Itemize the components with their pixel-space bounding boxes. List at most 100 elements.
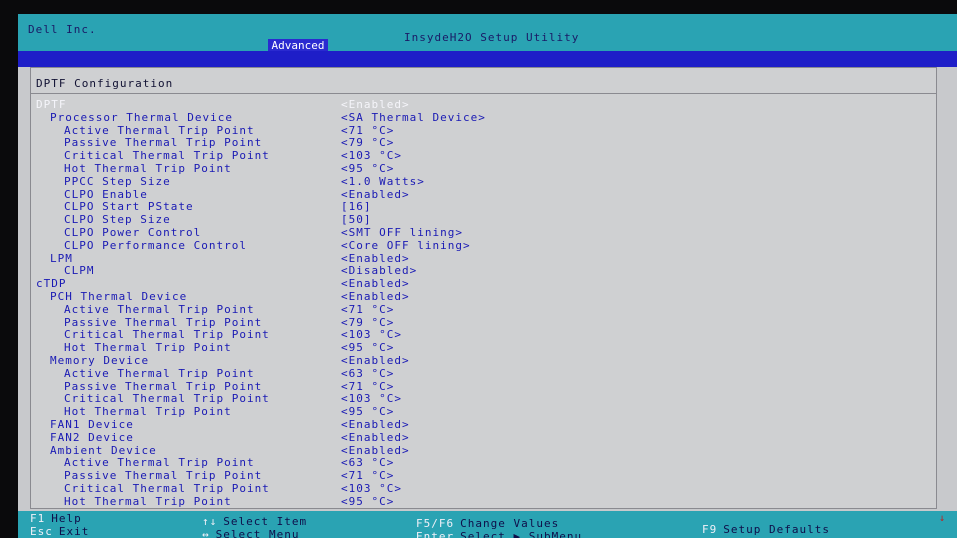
setting-row[interactable]: Hot Thermal Trip Point <95 °C>: [31, 495, 936, 508]
setting-row[interactable]: Critical Thermal Trip Point <103 °C>: [31, 328, 936, 341]
setting-value[interactable]: <103 °C>: [341, 149, 402, 162]
page-title: DPTF Configuration: [36, 77, 174, 90]
setting-row[interactable]: PCH Thermal Device <Enabled>: [31, 290, 936, 303]
scroll-down-icon[interactable]: ↓: [939, 513, 945, 524]
setting-value[interactable]: <71 °C>: [341, 303, 394, 316]
setting-value[interactable]: <103 °C>: [341, 392, 402, 405]
select-menu-label: Select Menu: [215, 528, 300, 538]
divider: [31, 93, 936, 94]
setting-value[interactable]: <95 °C>: [341, 405, 394, 418]
setting-label: CLPO Enable: [64, 187, 148, 201]
setting-row[interactable]: PPCC Step Size <1.0 Watts>: [31, 175, 936, 188]
setting-row[interactable]: FAN1 Device <Enabled>: [31, 418, 936, 431]
select-menu-hint: ↔ Select Menu: [202, 528, 299, 538]
vendor-name: Dell Inc.: [28, 23, 97, 36]
setting-value[interactable]: <Enabled>: [341, 188, 410, 201]
setting-value[interactable]: <SA Thermal Device>: [341, 111, 486, 124]
tab-bar: [18, 51, 957, 67]
setting-value[interactable]: <79 °C>: [341, 136, 394, 149]
setting-label: Hot Thermal Trip Point: [64, 494, 232, 508]
setting-label: LPM: [50, 251, 73, 265]
setup-defaults-hint: F9 Setup Defaults: [702, 523, 830, 536]
setting-row[interactable]: Active Thermal Trip Point <63 °C>: [31, 456, 936, 469]
setting-row[interactable]: CLPO Enable <Enabled>: [31, 188, 936, 201]
setting-row[interactable]: FAN2 Device <Enabled>: [31, 431, 936, 444]
setting-label: FAN2 Device: [50, 430, 134, 444]
setting-row[interactable]: Processor Thermal Device <SA Thermal Devi…: [31, 111, 936, 124]
help-hint: F1 Help: [30, 512, 82, 525]
setting-value[interactable]: [50]: [341, 213, 372, 226]
setting-value[interactable]: <1.0 Watts>: [341, 175, 425, 188]
setup-defaults-label: Setup Defaults: [723, 523, 830, 536]
setting-label: Active Thermal Trip Point: [64, 456, 255, 470]
setting-row[interactable]: cTDP <Enabled>: [31, 277, 936, 290]
setting-row[interactable]: Memory Device <Enabled>: [31, 354, 936, 367]
setting-row[interactable]: Passive Thermal Trip Point <79 °C>: [31, 316, 936, 329]
exit-label: Exit: [58, 525, 90, 538]
defaults-key: F9: [702, 523, 718, 536]
setting-value[interactable]: <Enabled>: [341, 431, 410, 444]
setting-label: Active Thermal Trip Point: [64, 302, 255, 316]
setting-row[interactable]: CLPM <Disabled>: [31, 264, 936, 277]
setting-label: CLPO Step Size: [64, 213, 171, 227]
setting-value[interactable]: <Core OFF lining>: [341, 239, 471, 252]
setting-label: CLPO Start PState: [64, 200, 194, 214]
setting-row[interactable]: CLPO Start PState [16]: [31, 200, 936, 213]
left-right-arrow-icon: ↔: [202, 528, 210, 538]
setting-row[interactable]: CLPO Step Size [50]: [31, 213, 936, 226]
setting-row[interactable]: LPM <Enabled>: [31, 252, 936, 265]
footer-help-bar: F1 Help Esc Exit ↑↓ Select Item ↔ Select Men…: [18, 511, 957, 538]
setting-value[interactable]: <95 °C>: [341, 162, 394, 175]
setting-label: FAN1 Device: [50, 418, 134, 431]
setting-value[interactable]: <Enabled>: [341, 277, 410, 290]
setting-value[interactable]: <Disabled>: [341, 264, 417, 277]
setting-row[interactable]: Active Thermal Trip Point <71 °C>: [31, 303, 936, 316]
setting-row[interactable]: Passive Thermal Trip Point <79 °C>: [31, 136, 936, 149]
setting-label: Passive Thermal Trip Point: [64, 379, 263, 393]
setting-label: CLPO Performance Control: [64, 238, 247, 252]
setting-value[interactable]: <Enabled>: [341, 252, 410, 265]
setting-row[interactable]: Hot Thermal Trip Point <95 °C>: [31, 341, 936, 354]
setting-row[interactable]: Ambient Device <Enabled>: [31, 444, 936, 457]
setting-row[interactable]: Critical Thermal Trip Point <103 °C>: [31, 392, 936, 405]
setting-row[interactable]: Hot Thermal Trip Point <95 °C>: [31, 405, 936, 418]
setting-label: Passive Thermal Trip Point: [64, 136, 263, 150]
setting-value[interactable]: <103 °C>: [341, 328, 402, 341]
setting-value[interactable]: <Enabled>: [341, 290, 410, 303]
setting-label: CLPO Power Control: [64, 226, 202, 239]
setting-label: PPCC Step Size: [64, 174, 171, 188]
setting-value[interactable]: <79 °C>: [341, 316, 394, 329]
setting-value[interactable]: <SMT OFF lining>: [341, 226, 463, 239]
setting-value[interactable]: <103 °C>: [341, 482, 402, 495]
setting-label: Critical Thermal Trip Point: [64, 149, 270, 163]
setting-row[interactable]: Critical Thermal Trip Point <103 °C>: [31, 482, 936, 495]
setting-label: DPTF: [36, 98, 67, 111]
setting-value[interactable]: <71 °C>: [341, 380, 394, 393]
enter-label: Select ▶ SubMenu: [460, 530, 583, 538]
setting-row[interactable]: Passive Thermal Trip Point <71 °C>: [31, 380, 936, 393]
setting-value[interactable]: <Enabled>: [341, 444, 410, 457]
setting-row[interactable]: CLPO Power Control <SMT OFF lining>: [31, 226, 936, 239]
setting-row[interactable]: Active Thermal Trip Point <63 °C>: [31, 367, 936, 380]
settings-panel: DPTF Configuration DPTF <Enabled> Processo…: [30, 67, 937, 509]
setting-value[interactable]: <95 °C>: [341, 341, 394, 354]
setting-label: Active Thermal Trip Point: [64, 123, 255, 137]
setting-row[interactable]: Hot Thermal Trip Point <95 °C>: [31, 162, 936, 175]
setting-row[interactable]: CLPO Performance Control <Core OFF lining…: [31, 239, 936, 252]
setting-value[interactable]: <Enabled>: [341, 418, 410, 431]
up-down-arrows-icon: ↑↓: [202, 515, 218, 528]
setting-label: Critical Thermal Trip Point: [64, 392, 270, 406]
setting-row[interactable]: DPTF <Enabled>: [31, 98, 936, 111]
setting-value[interactable]: <Enabled>: [341, 354, 410, 367]
setting-value[interactable]: <95 °C>: [341, 495, 394, 508]
setting-value[interactable]: <63 °C>: [341, 367, 394, 380]
setting-label: cTDP: [36, 277, 67, 291]
setting-row[interactable]: Active Thermal Trip Point <71 °C>: [31, 124, 936, 137]
setting-value[interactable]: [16]: [341, 200, 372, 213]
setting-row[interactable]: Passive Thermal Trip Point <71 °C>: [31, 469, 936, 482]
setting-value[interactable]: <63 °C>: [341, 456, 394, 469]
setting-value[interactable]: <71 °C>: [341, 469, 394, 482]
setting-value[interactable]: <71 °C>: [341, 124, 394, 137]
setting-value[interactable]: <Enabled>: [341, 98, 410, 111]
setting-row[interactable]: Critical Thermal Trip Point <103 °C>: [31, 149, 936, 162]
